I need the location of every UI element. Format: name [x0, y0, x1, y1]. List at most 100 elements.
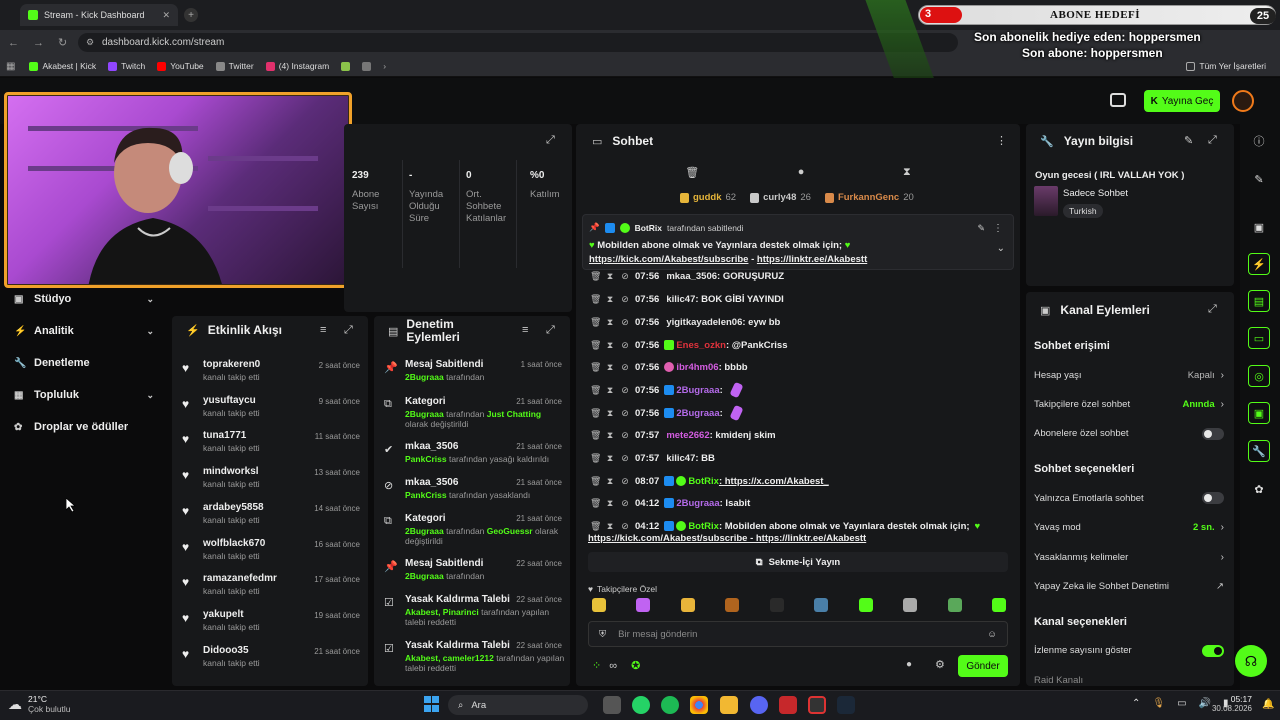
users-icon[interactable]: ⁘ — [592, 659, 601, 672]
document-icon[interactable]: ▤ — [1248, 290, 1270, 312]
emote-icon[interactable] — [636, 598, 651, 612]
hourglass-icon[interactable]: ⧗ — [605, 362, 615, 373]
edit-icon[interactable]: ✎ — [1248, 168, 1270, 190]
expand-icon[interactable]: ⤢ — [546, 324, 555, 337]
hourglass-icon[interactable]: ⧗ — [605, 271, 615, 282]
toggle-switch[interactable] — [1202, 644, 1224, 657]
bookmark-youtube[interactable]: YouTube — [157, 61, 204, 71]
speech-icon[interactable]: ● — [906, 659, 912, 670]
discord-icon[interactable] — [750, 696, 768, 714]
sidebar-item-2[interactable]: 🔧 Denetleme — [14, 354, 154, 372]
chat-username[interactable]: 2Bugraaa — [676, 498, 719, 509]
trash-icon[interactable]: 🗑 — [590, 294, 601, 305]
moderator-name[interactable]: 2Bugraaa — [405, 409, 444, 419]
hourglass-icon[interactable]: ⧗ — [903, 166, 911, 179]
channel-setting-row[interactable]: Yasaklanmış kelimeler › — [1034, 549, 1224, 565]
channel-setting-row[interactable]: Takipçilere özel sohbet Anında › — [1034, 396, 1224, 412]
info-icon[interactable]: ⓘ — [1248, 130, 1270, 152]
bookmark-extra-2[interactable] — [362, 61, 372, 71]
filter-icon[interactable]: ≡ — [522, 324, 528, 336]
chevron-right-icon[interactable]: › — [1221, 552, 1224, 563]
hourglass-icon[interactable]: ⧗ — [605, 498, 615, 509]
bookmark-twitter[interactable]: Twitter — [215, 61, 254, 71]
emoji-icon[interactable]: ☺ — [987, 629, 997, 640]
spotify-icon[interactable] — [661, 696, 679, 714]
go-live-button[interactable]: K Yayına Geç — [1144, 90, 1220, 112]
activity-user[interactable]: wolfblack670 — [203, 538, 265, 549]
infinity-icon[interactable]: ∞ — [609, 660, 617, 672]
activity-user[interactable]: ramazanefedmr — [203, 573, 277, 584]
emote-icon[interactable] — [947, 598, 962, 612]
toggle-switch[interactable] — [1202, 427, 1224, 440]
hourglass-icon[interactable]: ⧗ — [605, 385, 615, 396]
chat-input[interactable]: ⛨ Bir mesaj gönderin ☺ — [588, 621, 1008, 647]
moderator-name[interactable]: PankCriss — [405, 490, 447, 500]
ban-icon[interactable]: ⊘ — [620, 317, 630, 328]
hourglass-icon[interactable]: ⧗ — [605, 317, 615, 328]
chat-message-links[interactable]: https://kick.com/Akabest/subscribe - htt… — [588, 533, 866, 544]
gift-icon[interactable]: ✿ — [1248, 478, 1270, 500]
bookmark-instagram[interactable]: (4) Instagram — [265, 61, 329, 71]
ban-icon[interactable]: ⊘ — [620, 340, 630, 351]
trash-icon[interactable]: 🗑 — [685, 166, 699, 179]
chrome-icon[interactable] — [690, 696, 708, 714]
support-button[interactable]: ☊ — [1235, 645, 1267, 677]
filter-icon[interactable]: ≡ — [320, 324, 326, 336]
hourglass-icon[interactable]: ⧗ — [605, 476, 615, 487]
expand-icon[interactable]: ⤢ — [344, 324, 353, 337]
emote-icon[interactable] — [769, 598, 784, 612]
sidebar-item-3[interactable]: ▦ Topluluk ⌄ — [14, 386, 154, 404]
chevron-right-icon[interactable]: › — [1221, 522, 1224, 533]
channel-setting-row[interactable]: Yalnızca Emotlarla sohbet — [1034, 490, 1224, 506]
hourglass-icon[interactable]: ⧗ — [605, 408, 615, 419]
channel-setting-row[interactable]: Hesap yaşı Kapalı › — [1034, 367, 1224, 383]
reload-icon[interactable]: ↻ — [58, 36, 67, 49]
activity-item[interactable]: ♥ Didooo35 kanalı takip etti 21 saat önce — [180, 645, 366, 677]
activity-item[interactable]: ♥ ardabey5858 kanalı takip etti 14 saat önc… — [180, 502, 366, 534]
address-bar[interactable]: ⚙ dashboard.kick.com/stream — [78, 33, 958, 52]
ban-icon[interactable]: ⊘ — [620, 385, 630, 396]
windows-start-icon[interactable] — [424, 696, 440, 712]
trash-icon[interactable]: 🗑 — [590, 385, 601, 396]
chat-username[interactable]: yigitkayadelen06 — [666, 317, 742, 328]
bookmark-extra[interactable] — [341, 61, 351, 71]
trash-icon[interactable]: 🗑 — [590, 271, 601, 282]
activity-item[interactable]: ♥ wolfblack670 kanalı takip etti 16 saat ön… — [180, 538, 366, 570]
clock[interactable]: 05:17 30.08.2026 — [1212, 694, 1252, 714]
chat-username[interactable]: mete2662 — [666, 430, 709, 441]
taskbar-search[interactable]: ⌕ Ara — [448, 695, 588, 715]
sidebar-item-4[interactable]: ✿ Droplar ve ödüller — [14, 418, 154, 436]
leaderboard-user[interactable]: FurkannGenc 20 — [824, 192, 914, 203]
chat-username[interactable]: 2Bugraaa — [676, 385, 719, 396]
hourglass-icon[interactable]: ⧗ — [605, 453, 615, 464]
emote-icon[interactable] — [858, 598, 873, 612]
back-icon[interactable]: ← — [8, 37, 19, 49]
moderator-name[interactable]: 2Bugraaa — [405, 372, 444, 382]
activity-user[interactable]: mindworksl — [203, 466, 260, 477]
ban-icon[interactable]: ⊘ — [620, 271, 630, 282]
activity-item[interactable]: ♥ yakupelt kanalı takip etti 19 saat önce — [180, 609, 366, 641]
unpin-icon[interactable]: ✎ — [977, 223, 985, 234]
forward-icon[interactable]: → — [33, 37, 44, 49]
chat-username[interactable]: kilic47 — [666, 453, 695, 464]
activity-item[interactable]: ♥ mindworksl kanalı takip etti 13 saat önce — [180, 466, 366, 498]
pinned-link-subscribe[interactable]: https://kick.com/Akabest/subscribe — [589, 254, 748, 265]
activity-user[interactable]: Didooo35 — [203, 645, 260, 656]
avatar[interactable] — [1232, 90, 1254, 112]
moderator-name[interactable]: Akabest, Pinarinci — [405, 607, 479, 617]
pinned-link-linktree[interactable]: https://linktr.ee/Akabestt — [757, 254, 867, 265]
more-bookmarks-icon[interactable]: › — [383, 61, 386, 71]
category-name[interactable]: Just Chatting — [487, 409, 541, 419]
lightning-icon[interactable]: ⚡ — [1248, 253, 1270, 275]
chat-icon[interactable]: ▭ — [1248, 327, 1270, 349]
popout-stream-button[interactable]: ⧉ Sekme-İçi Yayın — [588, 552, 1008, 572]
more-icon[interactable]: ⋮ — [996, 134, 1007, 147]
activity-user[interactable]: toprakeren0 — [203, 359, 260, 370]
sidebar-item-1[interactable]: ⚡ Analitik ⌄ — [14, 322, 154, 340]
bookmark-twitch[interactable]: Twitch — [108, 61, 145, 71]
toggle-switch[interactable] — [1202, 492, 1224, 505]
trash-icon[interactable]: 🗑 — [590, 408, 601, 419]
chevron-down-icon[interactable]: ⌄ — [146, 294, 154, 305]
chat-username[interactable]: 2Bugraaa — [676, 408, 719, 419]
channel-setting-row[interactable]: Raid Kanalı — [1034, 672, 1224, 688]
